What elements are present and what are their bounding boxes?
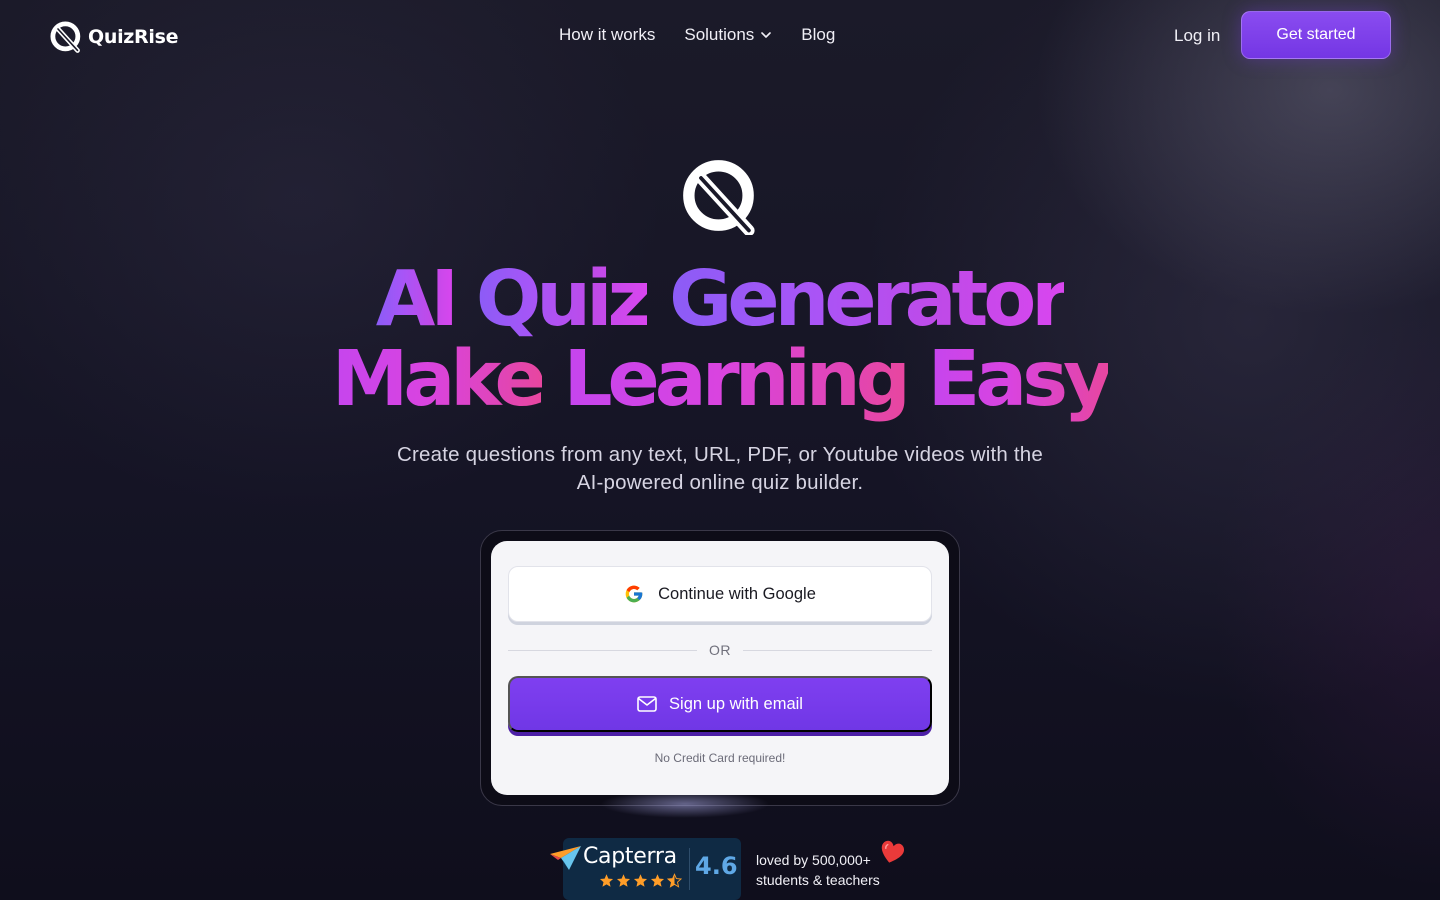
google-button-label: Continue with Google xyxy=(658,584,816,603)
email-button-label: Sign up with email xyxy=(669,694,803,713)
divider-line xyxy=(743,649,932,651)
nav-how-it-works[interactable]: How it works xyxy=(559,25,655,45)
or-label: OR xyxy=(709,642,731,658)
loved-line: loved by 500,000+ xyxy=(756,852,871,868)
hero-headline-line1: AI Quiz Generator xyxy=(0,254,1440,346)
half-star-icon xyxy=(667,873,682,888)
nav-label: Solutions xyxy=(684,25,755,44)
capterra-divider xyxy=(689,848,690,890)
capterra-rating-badge[interactable]: Capterra 4.6 xyxy=(550,838,741,900)
sign-up-with-email-button[interactable]: Sign up with email xyxy=(508,676,932,732)
nav-blog[interactable]: Blog xyxy=(801,25,835,45)
chevron-down-icon xyxy=(761,32,772,38)
main-nav: How it works Solutions Blog xyxy=(559,25,835,45)
nav-solutions-dropdown[interactable]: Solutions xyxy=(684,25,772,45)
login-link[interactable]: Log in xyxy=(1174,26,1220,46)
headline-word: Generator xyxy=(669,255,1069,344)
quizrise-hero-logo-icon xyxy=(683,160,755,235)
no-credit-card-note: No Credit Card required! xyxy=(654,751,786,765)
heart-icon xyxy=(881,840,904,863)
or-divider: OR xyxy=(508,640,932,660)
star-icon xyxy=(650,874,665,887)
quizrise-logo-icon xyxy=(50,21,81,53)
loved-line: students & teachers xyxy=(756,872,880,888)
hero-headline-line2: Make Learning Easy xyxy=(0,334,1440,426)
subtitle-line: Create questions from any text, URL, PDF… xyxy=(396,443,1044,466)
loved-by-text: loved by 500,000+ students & teachers xyxy=(756,850,880,890)
google-icon xyxy=(625,585,643,603)
headline-word: AI xyxy=(375,255,459,344)
divider-line xyxy=(508,649,697,651)
brand-logo-link[interactable]: QuizRise xyxy=(50,21,179,53)
headline-word: Quiz xyxy=(475,255,652,344)
headline-word: Learning xyxy=(563,335,910,424)
headline-word: Make xyxy=(331,335,547,424)
star-icon xyxy=(599,874,614,887)
capterra-score: 4.6 xyxy=(695,852,738,880)
nav-label: Blog xyxy=(801,25,836,44)
capterra-name: Capterra xyxy=(583,844,677,869)
subtitle-line: AI-powered online quiz builder. xyxy=(576,471,864,494)
headline-word: Easy xyxy=(927,335,1114,424)
nav-label: How it works xyxy=(559,25,656,44)
brand-name: QuizRise xyxy=(88,26,179,48)
mail-icon xyxy=(637,696,657,712)
capterra-arrow-icon xyxy=(550,846,581,870)
continue-with-google-button[interactable]: Continue with Google xyxy=(508,566,932,622)
capterra-stars xyxy=(599,873,682,888)
star-icon xyxy=(616,874,631,887)
get-started-button[interactable]: Get started xyxy=(1241,11,1391,59)
site-header: QuizRise How it works Solutions Blog Log… xyxy=(0,0,1440,74)
star-icon xyxy=(633,874,648,887)
hero-subtitle: Create questions from any text, URL, PDF… xyxy=(370,441,1070,497)
